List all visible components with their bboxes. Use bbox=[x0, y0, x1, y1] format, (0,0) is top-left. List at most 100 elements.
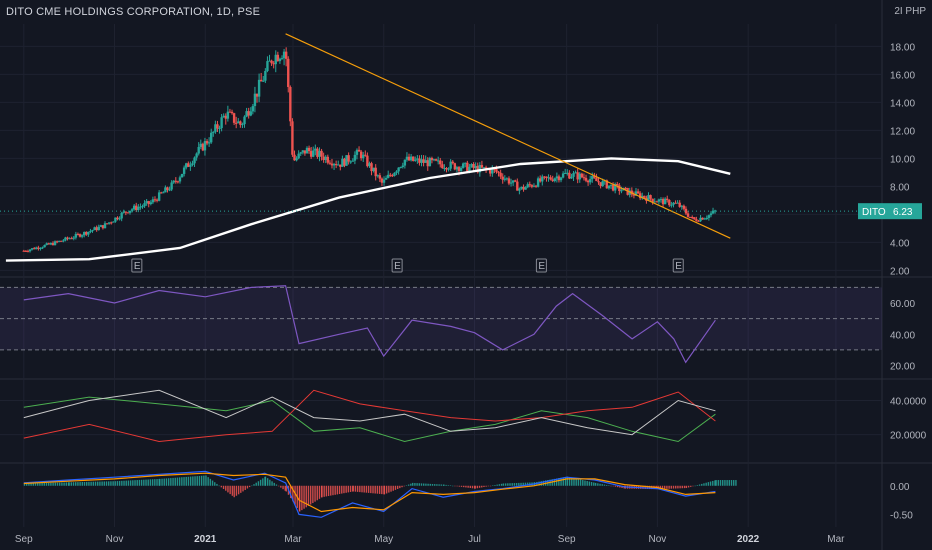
macd-histogram-bar bbox=[116, 481, 119, 486]
macd-histogram-bar bbox=[483, 485, 485, 488]
macd-histogram-bar bbox=[147, 479, 149, 486]
macd-histogram-bar bbox=[318, 485, 321, 499]
candle-body bbox=[191, 163, 194, 166]
macd-histogram-bar bbox=[494, 485, 496, 486]
dmi-pane[interactable] bbox=[23, 389, 716, 443]
rsi-pane[interactable] bbox=[0, 285, 882, 364]
macd-histogram-bar bbox=[225, 485, 227, 491]
candle-body bbox=[85, 232, 88, 235]
macd-histogram-bar bbox=[77, 482, 79, 486]
macd-histogram-bar bbox=[359, 485, 361, 493]
macd-pane[interactable] bbox=[23, 470, 737, 518]
macd-histogram-bar bbox=[125, 480, 127, 486]
macd-histogram-bar bbox=[354, 485, 357, 492]
candle-body bbox=[701, 217, 704, 220]
macd-histogram-bar bbox=[309, 485, 312, 505]
candle-body bbox=[24, 250, 28, 252]
rsi-tick-label: 60.00 bbox=[890, 299, 915, 310]
candle-body bbox=[218, 128, 221, 130]
time-tick-label: May bbox=[374, 534, 393, 545]
candle-body bbox=[105, 223, 109, 225]
candle-body bbox=[416, 158, 419, 160]
candle-body bbox=[270, 60, 273, 64]
candle-body bbox=[378, 175, 382, 179]
candle-body bbox=[374, 167, 377, 177]
macd-histogram-bar bbox=[47, 482, 50, 486]
candle-body bbox=[180, 173, 184, 178]
macd-histogram-bar bbox=[75, 482, 77, 486]
candle-body bbox=[420, 159, 423, 163]
candle-body bbox=[137, 206, 140, 211]
macd-histogram-bar bbox=[301, 485, 303, 511]
candle-body bbox=[695, 219, 698, 221]
macd-histogram-bar bbox=[65, 482, 67, 486]
dmi-minus-line bbox=[23, 389, 716, 443]
candle-body bbox=[89, 230, 92, 232]
macd-histogram-bar bbox=[127, 480, 130, 486]
candle-body bbox=[314, 148, 317, 151]
macd-histogram-bar bbox=[227, 485, 229, 493]
candle-body bbox=[226, 111, 230, 119]
candle-body bbox=[584, 177, 588, 181]
macd-histogram-bar bbox=[496, 484, 498, 486]
candle-body bbox=[534, 185, 538, 187]
candle-body bbox=[588, 179, 592, 183]
macd-histogram-bar bbox=[103, 481, 106, 486]
candle-body bbox=[222, 115, 225, 118]
macd-histogram-bar bbox=[378, 485, 381, 494]
candle-body bbox=[168, 189, 171, 191]
candle-body bbox=[272, 63, 275, 65]
candle-body bbox=[241, 124, 244, 126]
price-tick-label: 2.00 bbox=[890, 266, 910, 277]
macd-histogram-bar bbox=[92, 481, 95, 486]
macd-histogram-bar bbox=[586, 481, 588, 486]
macd-histogram-bar bbox=[138, 479, 141, 486]
macd-histogram-bar bbox=[717, 480, 720, 486]
candle-body bbox=[214, 124, 217, 132]
candle-body bbox=[70, 238, 73, 240]
macd-tick-label: 0.00 bbox=[890, 482, 910, 493]
candle-body bbox=[234, 122, 238, 124]
macd-histogram-bar bbox=[601, 484, 603, 486]
price-pane[interactable]: EEEE bbox=[0, 33, 882, 273]
macd-histogram-bar bbox=[735, 480, 737, 486]
candle-body bbox=[255, 93, 259, 97]
macd-histogram-bar bbox=[463, 485, 465, 488]
macd-signal-line bbox=[23, 472, 716, 513]
candle-body bbox=[251, 106, 255, 112]
candle-body bbox=[439, 160, 442, 165]
macd-histogram-bar bbox=[730, 480, 733, 486]
macd-histogram-bar bbox=[61, 482, 63, 486]
macd-histogram-bar bbox=[701, 483, 703, 486]
candle-body bbox=[339, 164, 342, 167]
chart-canvas[interactable]: EEEE 18.0016.0014.0012.0010.008.006.004.… bbox=[0, 0, 932, 550]
time-tick-label: Nov bbox=[106, 534, 124, 545]
macd-histogram-bar bbox=[251, 485, 253, 487]
time-tick-label: 2021 bbox=[194, 534, 217, 545]
candle-body bbox=[220, 117, 223, 129]
price-tag-symbol: DITO bbox=[862, 207, 886, 218]
candle-body bbox=[355, 149, 359, 155]
candle-body bbox=[341, 158, 344, 167]
candle-body bbox=[397, 167, 400, 172]
candle-body bbox=[189, 165, 192, 167]
candle-body bbox=[359, 151, 363, 159]
candle-body bbox=[68, 238, 71, 240]
macd-histogram-bar bbox=[43, 482, 45, 486]
candle-body bbox=[526, 184, 529, 188]
macd-histogram-bar bbox=[390, 485, 392, 492]
candle-body bbox=[549, 177, 552, 180]
macd-histogram-bar bbox=[376, 485, 379, 494]
candle-body bbox=[66, 237, 69, 239]
macd-histogram-bar bbox=[456, 485, 458, 487]
candle-body bbox=[389, 174, 392, 176]
macd-histogram-bar bbox=[605, 485, 608, 486]
candle-body bbox=[157, 192, 161, 201]
candle-body bbox=[33, 248, 36, 250]
macd-histogram-bar bbox=[181, 477, 183, 486]
macd-histogram-bar bbox=[271, 481, 273, 486]
candle-body bbox=[684, 208, 688, 214]
price-tick-label: 18.00 bbox=[890, 42, 915, 53]
macd-histogram-bar bbox=[338, 485, 341, 494]
candle-body bbox=[301, 150, 305, 153]
